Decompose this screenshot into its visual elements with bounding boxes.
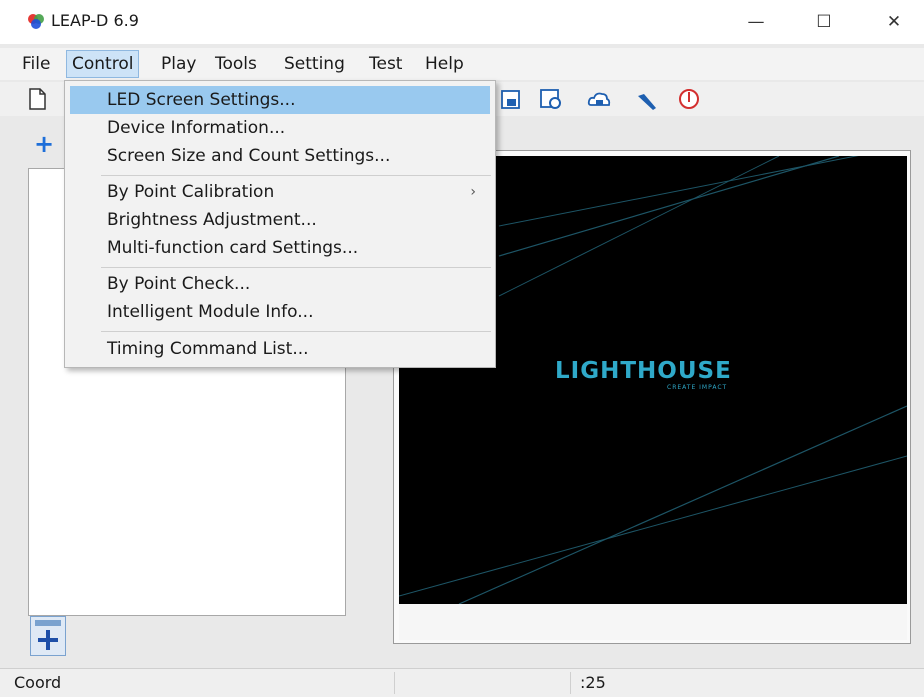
menu-led-screen-settings[interactable]: LED Screen Settings...	[70, 86, 490, 114]
save-icon[interactable]	[498, 86, 524, 112]
menu-file[interactable]: File	[17, 50, 55, 78]
settings-icon[interactable]	[538, 86, 564, 112]
menu-help[interactable]: Help	[420, 50, 469, 78]
menu-item-label: By Point Calibration	[107, 182, 275, 202]
brand-logo-text: LIGHTHOUSE	[555, 358, 732, 384]
minimize-button[interactable]: —	[736, 8, 776, 36]
menu-by-point-check[interactable]: By Point Check...	[70, 270, 490, 298]
control-menu-dropdown: LED Screen Settings... Device Informatio…	[64, 80, 496, 368]
menu-setting[interactable]: Setting	[279, 50, 350, 78]
maximize-button[interactable]: ☐	[804, 8, 844, 36]
menu-bar: File Control Play Tools Setting Test Hel…	[0, 48, 924, 80]
close-button[interactable]: ✕	[874, 8, 914, 36]
stop-icon[interactable]	[676, 86, 702, 112]
cloud-send-icon[interactable]	[586, 86, 612, 112]
title-bar: LEAP-D 6.9 — ☐ ✕	[0, 0, 924, 44]
status-divider	[570, 672, 571, 694]
coord-label: Coord	[14, 673, 62, 692]
tools-icon[interactable]	[634, 86, 660, 112]
menu-intelligent-module-info[interactable]: Intelligent Module Info...	[70, 298, 490, 326]
app-logo-icon	[28, 14, 44, 29]
menu-timing-command-list[interactable]: Timing Command List...	[70, 335, 490, 363]
menu-by-point-calibration[interactable]: By Point Calibration ›	[70, 178, 490, 206]
status-value: :25	[580, 673, 606, 692]
menu-separator	[101, 267, 491, 268]
menu-screen-size-count-settings[interactable]: Screen Size and Count Settings...	[70, 142, 490, 170]
menu-brightness-adjustment[interactable]: Brightness Adjustment...	[70, 206, 490, 234]
add-area-button[interactable]	[30, 616, 66, 656]
menu-tools[interactable]: Tools	[210, 50, 262, 78]
preview-bottom-strip	[399, 604, 907, 640]
menu-separator	[101, 175, 491, 176]
menu-play[interactable]: Play	[156, 50, 201, 78]
status-divider	[394, 672, 395, 694]
menu-device-information[interactable]: Device Information...	[70, 114, 490, 142]
submenu-arrow-icon: ›	[470, 184, 476, 200]
menu-multi-function-card-settings[interactable]: Multi-function card Settings...	[70, 234, 490, 262]
window-title: LEAP-D 6.9	[51, 11, 139, 30]
new-file-icon[interactable]	[24, 86, 50, 112]
menu-test[interactable]: Test	[364, 50, 407, 78]
status-bar: Coord :25	[0, 668, 924, 697]
menu-control[interactable]: Control	[66, 50, 140, 78]
menu-separator	[101, 331, 491, 332]
brand-tagline: CREATE IMPACT	[667, 384, 728, 391]
add-program-icon[interactable]: +	[34, 132, 54, 156]
add-area-icon	[35, 620, 61, 650]
